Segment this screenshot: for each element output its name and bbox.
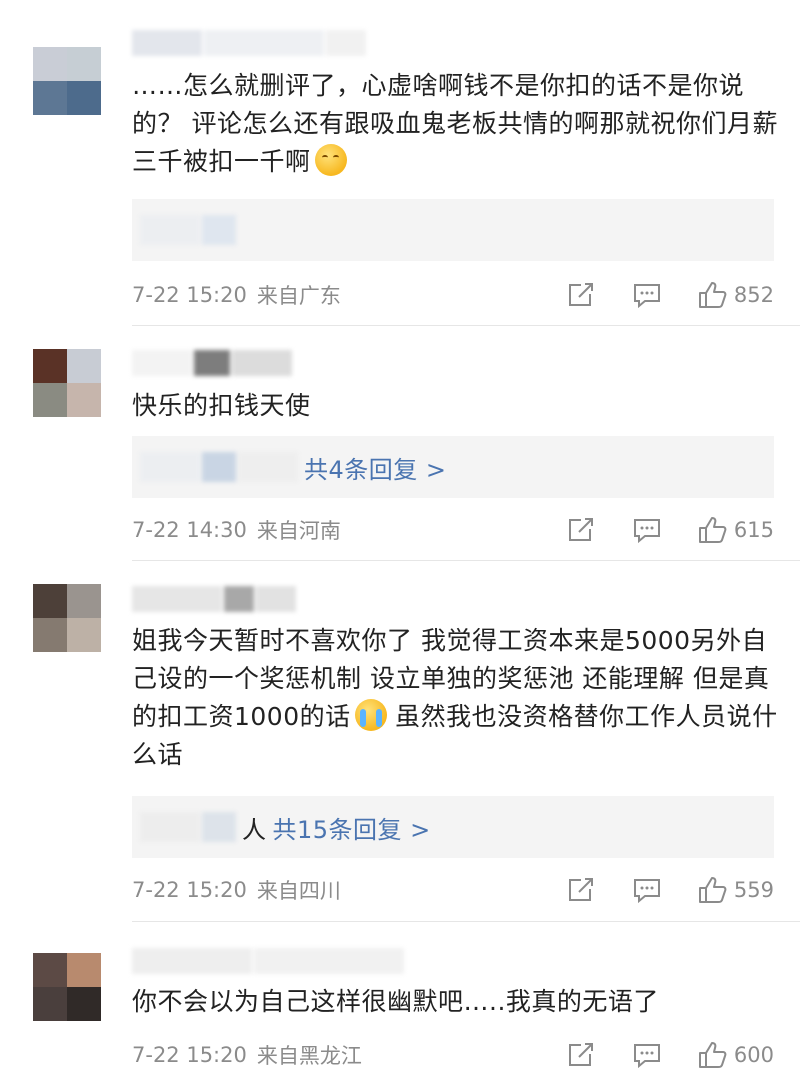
avatar[interactable] [33, 349, 101, 417]
avatar[interactable] [33, 584, 101, 652]
comment-meta: 7-22 14:30 来自河南 615 [132, 515, 774, 545]
username-blurred[interactable] [132, 946, 404, 976]
username-blurred[interactable] [132, 348, 292, 378]
comment-actions: 559 [566, 875, 774, 905]
reply-preview-blurred [140, 452, 298, 482]
reply-preview-blurred [140, 215, 236, 245]
comment-text-content: ……怎么就删评了，心虚啥啊钱不是你扣的话不是你说的？ 评论怎么还有跟吸血鬼老板共… [132, 71, 778, 176]
comment-text: 你不会以为自己这样很幽默吧…..我真的无语了 [132, 983, 782, 1021]
comment-time: 7-22 14:30 [132, 518, 247, 542]
comment-location: 来自河南 [256, 519, 341, 543]
comment-text: ……怎么就删评了，心虚啥啊钱不是你扣的话不是你说的？ 评论怎么还有跟吸血鬼老板共… [132, 67, 782, 181]
reply-preview[interactable] [132, 199, 774, 261]
reply-preview-blurred [140, 812, 236, 842]
comment-meta: 7-22 15:20 来自广东 852 [132, 280, 774, 310]
reply-preview-suffix: 人 [242, 815, 267, 844]
comment-meta: 7-22 15:20 来自黑龙江 600 [132, 1040, 774, 1070]
reply-preview[interactable]: 共4条回复 > [132, 436, 774, 498]
view-replies-label: 共4条回复 > [304, 455, 447, 484]
like-count: 600 [733, 1043, 774, 1067]
comment-location: 来自黑龙江 [256, 1044, 362, 1068]
like-count: 559 [733, 878, 774, 902]
like-icon[interactable] [698, 875, 728, 905]
divider [132, 325, 800, 326]
share-icon[interactable] [566, 280, 596, 310]
comment-meta: 7-22 15:20 来自四川 559 [132, 875, 774, 905]
comment-actions: 615 [566, 515, 774, 545]
comment-location: 来自四川 [256, 879, 341, 903]
comment-icon[interactable] [632, 280, 662, 310]
like-icon[interactable] [698, 515, 728, 545]
comment-text: 快乐的扣钱天使 [132, 387, 782, 425]
comment-location: 来自广东 [256, 284, 341, 308]
view-replies-link[interactable]: 人共15条回复 > [242, 810, 431, 845]
comment-time: 7-22 15:20 [132, 283, 247, 307]
kissing-face-emoji-icon [314, 144, 347, 176]
view-replies-label: 共15条回复 > [272, 815, 431, 844]
like-icon[interactable] [698, 280, 728, 310]
comment-icon[interactable] [632, 875, 662, 905]
comment-text: 姐我今天暂时不喜欢你了 我觉得工资本来是5000另外自己设的一个奖惩机制 设立单… [132, 622, 782, 774]
share-icon[interactable] [566, 1040, 596, 1070]
share-icon[interactable] [566, 875, 596, 905]
divider [132, 921, 800, 922]
like-count: 615 [733, 518, 774, 542]
view-replies-link[interactable]: 共4条回复 > [304, 450, 447, 485]
comment-time: 7-22 15:20 [132, 1043, 247, 1067]
comment-time: 7-22 15:20 [132, 878, 247, 902]
avatar[interactable] [33, 953, 101, 1021]
username-blurred[interactable] [132, 584, 296, 614]
divider [132, 560, 800, 561]
comment-icon[interactable] [632, 515, 662, 545]
comment-icon[interactable] [632, 1040, 662, 1070]
comment-actions: 852 [566, 280, 774, 310]
reply-preview[interactable]: 人共15条回复 > [132, 796, 774, 858]
crying-face-emoji-icon [354, 699, 387, 731]
share-icon[interactable] [566, 515, 596, 545]
like-icon[interactable] [698, 1040, 728, 1070]
comment-text-content: 快乐的扣钱天使 [132, 391, 311, 420]
username-blurred[interactable] [132, 28, 366, 58]
avatar[interactable] [33, 47, 101, 115]
comment-text-content: 你不会以为自己这样很幽默吧…..我真的无语了 [132, 987, 659, 1016]
like-count: 852 [733, 283, 774, 307]
comment-actions: 600 [566, 1040, 774, 1070]
